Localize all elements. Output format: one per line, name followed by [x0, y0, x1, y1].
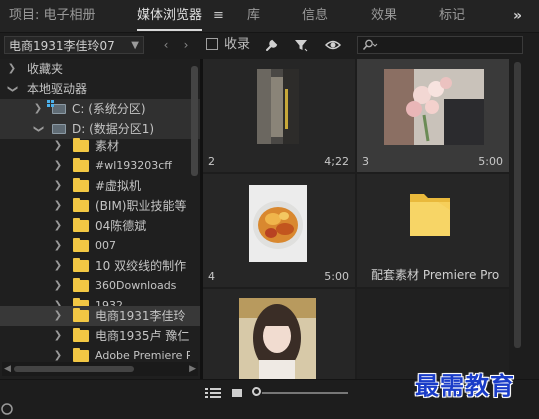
- wrench-icon[interactable]: [264, 37, 280, 53]
- tree-vertical-scrollbar[interactable]: [191, 66, 198, 176]
- chevron-right-icon[interactable]: ❯: [52, 176, 64, 196]
- tree-item-folder[interactable]: ❯ 007: [0, 236, 200, 256]
- tree-item-drive-c[interactable]: ❯ C: (系统分区): [0, 99, 200, 119]
- tab-info[interactable]: 信息: [302, 0, 328, 32]
- panel-tab-bar: 项目: 电子相册 媒体浏览器 ≡ 库 信息 效果 标记 »: [0, 0, 539, 33]
- thumbnail-image-art: [384, 69, 484, 145]
- folder-icon: [73, 238, 89, 252]
- chevron-right-icon[interactable]: ❯: [52, 236, 64, 256]
- folder-icon: [73, 308, 89, 322]
- folder-icon: [73, 138, 89, 152]
- item-index: 3: [362, 155, 369, 168]
- media-item[interactable]: 4 5:00: [203, 174, 355, 287]
- folder-name: 配套素材 Premiere Pro: [371, 268, 500, 282]
- chevron-right-icon[interactable]: ❯: [52, 196, 64, 216]
- zoom-slider-track[interactable]: [262, 392, 348, 394]
- scroll-right-icon[interactable]: ▶: [189, 362, 196, 376]
- tree-item-local-drives[interactable]: ❯ 本地驱动器: [0, 79, 200, 99]
- chevron-right-icon[interactable]: ❯: [52, 326, 64, 346]
- chevron-right-icon[interactable]: ❯: [52, 256, 64, 276]
- tab-markers[interactable]: 标记: [439, 0, 465, 32]
- tree-item-folder[interactable]: ❯ (BIM)职业技能等: [0, 196, 200, 216]
- tab-media-browser[interactable]: 媒体浏览器: [137, 0, 203, 32]
- scroll-left-icon[interactable]: ◀: [4, 362, 11, 376]
- chevron-down-icon[interactable]: ❯: [2, 83, 22, 95]
- media-grid: 2 4;22 3 5:00 4 5:00 配套素材 Premiere Pro: [203, 59, 525, 379]
- item-index: 4: [208, 270, 215, 283]
- creative-cloud-icon[interactable]: [0, 401, 14, 415]
- tab-effects[interactable]: 效果: [371, 0, 397, 32]
- media-folder-item[interactable]: 配套素材 Premiere Pro: [357, 174, 509, 287]
- thumbnail-image: [257, 69, 299, 144]
- chevron-right-icon[interactable]: ❯: [52, 306, 64, 326]
- tree-item-folder[interactable]: ❯ 360Downloads: [0, 276, 200, 296]
- drive-icon: [52, 124, 66, 134]
- tab-menu-icon[interactable]: ≡: [213, 0, 224, 32]
- media-item[interactable]: [203, 289, 355, 379]
- chevron-right-icon[interactable]: ❯: [52, 276, 64, 296]
- folder-icon: [73, 198, 89, 212]
- chevron-down-icon: ▼: [131, 40, 139, 51]
- thumbnail-image: [249, 185, 307, 262]
- thumbnail-image: [384, 69, 484, 145]
- folder-icon: [73, 328, 89, 342]
- tree-item-folder[interactable]: ❯ #虚拟机: [0, 176, 200, 196]
- location-dropdown[interactable]: 电商1931李佳玲07 ▼: [4, 36, 144, 54]
- folder-icon: [410, 194, 450, 236]
- item-duration: 4;22: [324, 155, 349, 168]
- chevron-right-icon[interactable]: ❯: [52, 216, 64, 236]
- tab-library[interactable]: 库: [247, 0, 260, 32]
- thumbnail-image-art: [239, 298, 316, 379]
- thumbnail-image-art: [249, 185, 307, 262]
- folder-icon: [73, 158, 89, 172]
- favorites-checkbox-label: 收录: [224, 37, 251, 52]
- forward-button[interactable]: ›: [178, 36, 194, 54]
- grid-vertical-scrollbar[interactable]: [514, 62, 521, 348]
- tree-item-favorites[interactable]: ❯ 收藏夹: [0, 59, 200, 79]
- tree-horizontal-scrollbar[interactable]: ◀ ▶: [2, 362, 198, 376]
- item-index: 2: [208, 155, 215, 168]
- folder-tree: ❯ 收藏夹 ❯ 本地驱动器 ❯ C: (系统分区) ❯ D: (数据分区1) ❯…: [0, 59, 200, 379]
- chevron-right-icon[interactable]: ❯: [6, 59, 18, 79]
- search-icon: [362, 39, 378, 50]
- icon-view-icon[interactable]: [231, 387, 243, 399]
- chevron-right-icon[interactable]: ❯: [52, 136, 64, 156]
- item-duration: 5:00: [478, 155, 503, 168]
- media-item-selected[interactable]: 3 5:00: [357, 59, 509, 172]
- media-item[interactable]: 2 4;22: [203, 59, 355, 172]
- item-duration: 5:00: [324, 270, 349, 283]
- tab-project[interactable]: 项目: 电子相册: [9, 0, 96, 32]
- watermark-text: 最需教育: [415, 371, 515, 400]
- tree-item-folder[interactable]: ❯ 素材: [0, 136, 200, 156]
- folder-icon: [73, 258, 89, 272]
- scrollbar-thumb[interactable]: [14, 366, 134, 372]
- tree-item-folder[interactable]: ❯ 电商1935卢 豫仁: [0, 326, 200, 346]
- favorites-checkbox[interactable]: [206, 38, 218, 50]
- chevron-right-icon[interactable]: ❯: [52, 156, 64, 176]
- folder-icon: [73, 218, 89, 232]
- tree-item-folder-selected[interactable]: ❯ 电商1931李佳玲: [0, 306, 200, 326]
- eye-icon[interactable]: [325, 37, 341, 53]
- chevron-down-icon[interactable]: ❯: [28, 123, 48, 135]
- search-input[interactable]: [357, 36, 523, 54]
- folder-icon: [73, 178, 89, 192]
- thumbnail-image: [239, 298, 316, 379]
- tree-item-folder[interactable]: ❯ 04陈德斌: [0, 216, 200, 236]
- tree-item-folder[interactable]: ❯ #wl193203cff: [0, 156, 200, 176]
- thumbnail-image-art: [257, 69, 299, 144]
- folder-icon: [73, 278, 89, 292]
- filter-icon[interactable]: [293, 37, 309, 53]
- back-button[interactable]: ‹: [158, 36, 174, 54]
- location-dropdown-value: 电商1931李佳玲07: [9, 39, 115, 53]
- chevron-right-icon[interactable]: ❯: [32, 99, 44, 119]
- tree-item-folder[interactable]: ❯ 10 双绞线的制作: [0, 256, 200, 276]
- more-tabs-icon[interactable]: »: [513, 0, 522, 32]
- windows-icon: [47, 100, 55, 108]
- zoom-slider-handle[interactable]: [252, 387, 261, 396]
- list-view-icon[interactable]: [205, 387, 221, 399]
- folder-icon: [73, 348, 89, 362]
